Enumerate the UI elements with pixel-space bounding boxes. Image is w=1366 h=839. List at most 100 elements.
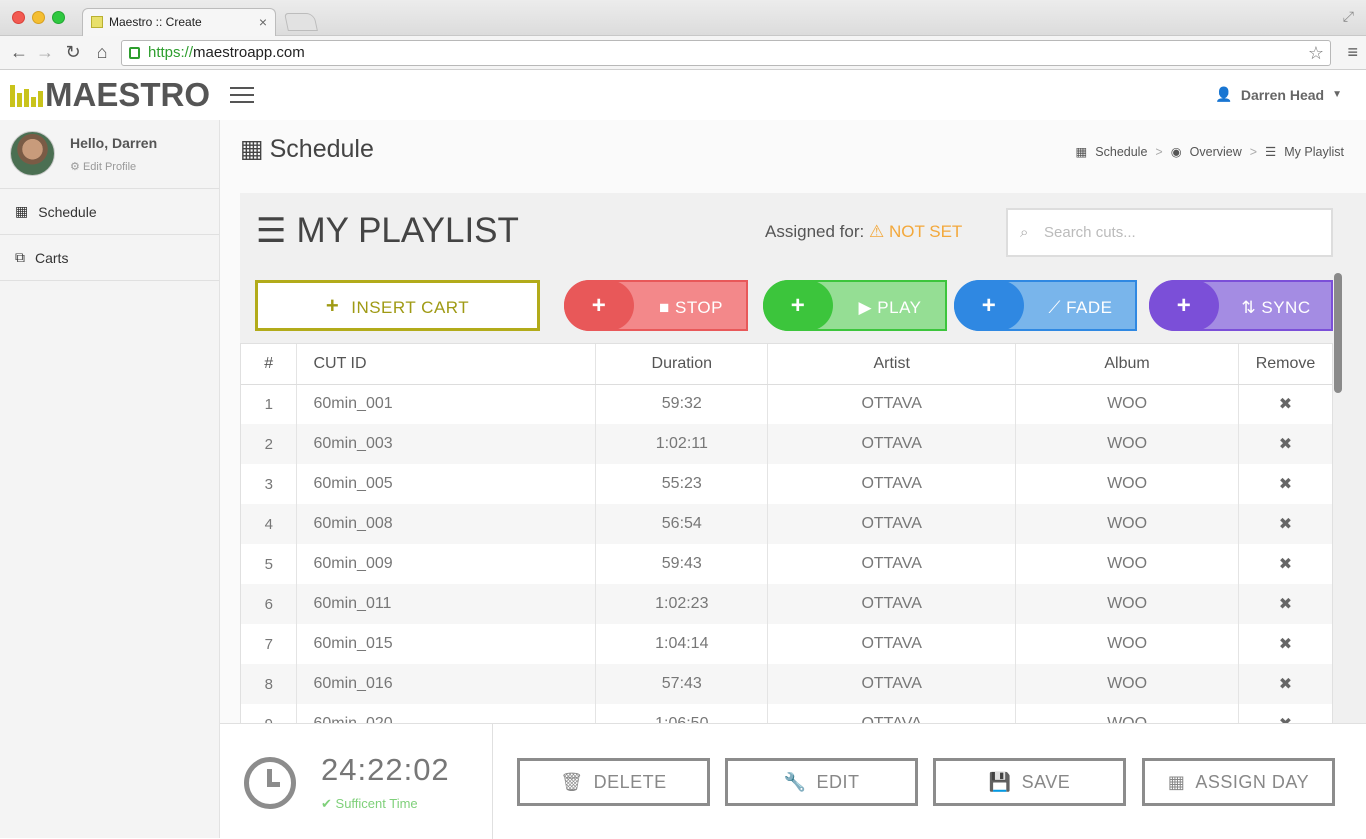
sidebar-item-schedule[interactable]: ▦ Schedule: [0, 189, 219, 235]
breadcrumb-overview[interactable]: Overview: [1190, 145, 1242, 159]
sidebar-item-carts[interactable]: ⧉ Carts: [0, 235, 219, 281]
delete-button[interactable]: 🗑 DELETE: [517, 758, 710, 806]
row-cut-id: 60min_015: [296, 624, 597, 664]
row-duration: 1:02:11: [595, 424, 769, 464]
row-artist: OTTAVA: [767, 504, 1017, 544]
table-row[interactable]: 5 60min_009 59:43 OTTAVA WOO ✖: [241, 544, 1332, 584]
row-duration: 57:43: [595, 664, 769, 704]
fade-label: FADE: [1066, 298, 1113, 317]
close-window-button[interactable]: [12, 11, 25, 24]
dashboard-icon: ◉: [1170, 145, 1182, 159]
table-row[interactable]: 2 60min_003 1:02:11 OTTAVA WOO ✖: [241, 424, 1332, 464]
col-num[interactable]: #: [241, 344, 298, 385]
minimize-window-button[interactable]: [32, 11, 45, 24]
sync-label: SYNC: [1261, 298, 1311, 317]
row-num: 1: [241, 384, 298, 424]
table-row[interactable]: 1 60min_001 59:32 OTTAVA WOO ✖: [241, 384, 1332, 424]
row-album: WOO: [1015, 464, 1239, 504]
row-album: WOO: [1015, 584, 1239, 624]
warning-icon: ⚠: [868, 222, 885, 241]
sync-button[interactable]: ⇅ SYNC: [1221, 282, 1331, 333]
play-pill: + ▶ PLAY: [763, 280, 947, 331]
remove-icon[interactable]: ✖: [1279, 636, 1292, 653]
remove-cell: ✖: [1238, 424, 1332, 464]
maestro-logo[interactable]: MAESTRO: [10, 78, 210, 111]
time-status-label: Sufficent Time: [335, 796, 418, 811]
tab-close-icon[interactable]: ×: [259, 9, 267, 36]
calendar-icon: ▦: [1075, 145, 1088, 159]
playlist-table: # CUT ID Duration Artist Album Remove 16…: [240, 343, 1333, 733]
insert-cart-button[interactable]: + INSERT CART: [255, 280, 540, 331]
remove-icon[interactable]: ✖: [1279, 436, 1292, 453]
remove-icon[interactable]: ✖: [1279, 396, 1292, 413]
remove-cell: ✖: [1238, 384, 1332, 424]
row-duration: 59:43: [595, 544, 769, 584]
user-menu[interactable]: 👤 Darren Head ▼: [1215, 86, 1342, 103]
remove-icon[interactable]: ✖: [1279, 676, 1292, 693]
browser-menu-icon[interactable]: ≡: [1347, 42, 1358, 63]
table-row[interactable]: 4 60min_008 56:54 OTTAVA WOO ✖: [241, 504, 1332, 544]
add-play-button[interactable]: +: [763, 280, 833, 331]
new-tab-button[interactable]: [284, 13, 318, 31]
play-button[interactable]: ▶ PLAY: [835, 282, 945, 333]
remove-cell: ✖: [1238, 664, 1332, 704]
reload-icon[interactable]: ↻: [62, 41, 84, 63]
row-artist: OTTAVA: [767, 384, 1017, 424]
row-cut-id: 60min_001: [296, 384, 597, 424]
table-row[interactable]: 3 60min_005 55:23 OTTAVA WOO ✖: [241, 464, 1332, 504]
fullscreen-icon[interactable]: ⤢: [1343, 8, 1354, 25]
play-label: PLAY: [877, 298, 922, 317]
sidebar: Hello, Darren ⚙ Edit Profile ▦ Schedule …: [0, 120, 220, 838]
table-scrollbar[interactable]: [1334, 273, 1342, 393]
zoom-window-button[interactable]: [52, 11, 65, 24]
breadcrumb-schedule[interactable]: Schedule: [1095, 145, 1147, 159]
browser-tab[interactable]: Maestro :: Create ×: [82, 8, 276, 36]
row-album: WOO: [1015, 384, 1239, 424]
remove-cell: ✖: [1238, 624, 1332, 664]
table-row[interactable]: 7 60min_015 1:04:14 OTTAVA WOO ✖: [241, 624, 1332, 664]
add-fade-button[interactable]: +: [954, 280, 1024, 331]
table-row[interactable]: 8 60min_016 57:43 OTTAVA WOO ✖: [241, 664, 1332, 704]
stop-button[interactable]: ■ STOP: [636, 282, 746, 333]
add-sync-button[interactable]: +: [1149, 280, 1219, 331]
row-num: 4: [241, 504, 298, 544]
avatar[interactable]: [10, 131, 55, 176]
calendar-icon: ▦: [1167, 772, 1186, 792]
edit-button[interactable]: 🔧 EDIT: [725, 758, 918, 806]
table-row[interactable]: 6 60min_011 1:02:23 OTTAVA WOO ✖: [241, 584, 1332, 624]
col-artist[interactable]: Artist: [767, 344, 1017, 385]
col-album[interactable]: Album: [1015, 344, 1239, 385]
row-artist: OTTAVA: [767, 544, 1017, 584]
sidebar-item-label: Schedule: [38, 203, 97, 220]
tab-title: Maestro :: Create: [109, 15, 202, 29]
browser-toolbar: ← → ↻ ⌂ https://maestroapp.com ☆ ≡: [0, 36, 1366, 70]
remove-icon[interactable]: ✖: [1279, 516, 1292, 533]
address-bar[interactable]: https://maestroapp.com ☆: [121, 40, 1331, 66]
assign-day-button[interactable]: ▦ ASSIGN DAY: [1142, 758, 1335, 806]
fade-button[interactable]: ⟋ FADE: [1026, 282, 1135, 333]
trash-icon: 🗑: [560, 772, 584, 792]
remove-icon[interactable]: ✖: [1279, 556, 1292, 573]
row-cut-id: 60min_003: [296, 424, 597, 464]
add-stop-button[interactable]: +: [564, 280, 634, 331]
col-duration[interactable]: Duration: [595, 344, 769, 385]
col-cut-id[interactable]: CUT ID: [296, 344, 597, 385]
back-icon[interactable]: ←: [8, 41, 30, 63]
save-button[interactable]: 💾 SAVE: [933, 758, 1126, 806]
edit-profile-link[interactable]: ⚙ Edit Profile: [70, 160, 136, 173]
playlist-title: ☰ MY PLAYLIST: [256, 211, 519, 251]
remove-icon[interactable]: ✖: [1279, 596, 1292, 613]
assign-day-label: ASSIGN DAY: [1195, 772, 1310, 792]
row-artist: OTTAVA: [767, 624, 1017, 664]
row-cut-id: 60min_005: [296, 464, 597, 504]
bookmark-star-icon[interactable]: ☆: [1308, 41, 1324, 65]
sidebar-item-label: Carts: [35, 249, 69, 266]
hamburger-menu-icon[interactable]: [230, 87, 254, 105]
search-input[interactable]: ⌕ Search cuts...: [1006, 208, 1333, 257]
home-icon[interactable]: ⌂: [91, 41, 113, 63]
remove-icon[interactable]: ✖: [1279, 476, 1292, 493]
row-duration: 56:54: [595, 504, 769, 544]
forward-icon[interactable]: →: [34, 41, 56, 63]
row-artist: OTTAVA: [767, 464, 1017, 504]
insert-cart-label: INSERT CART: [351, 298, 470, 317]
